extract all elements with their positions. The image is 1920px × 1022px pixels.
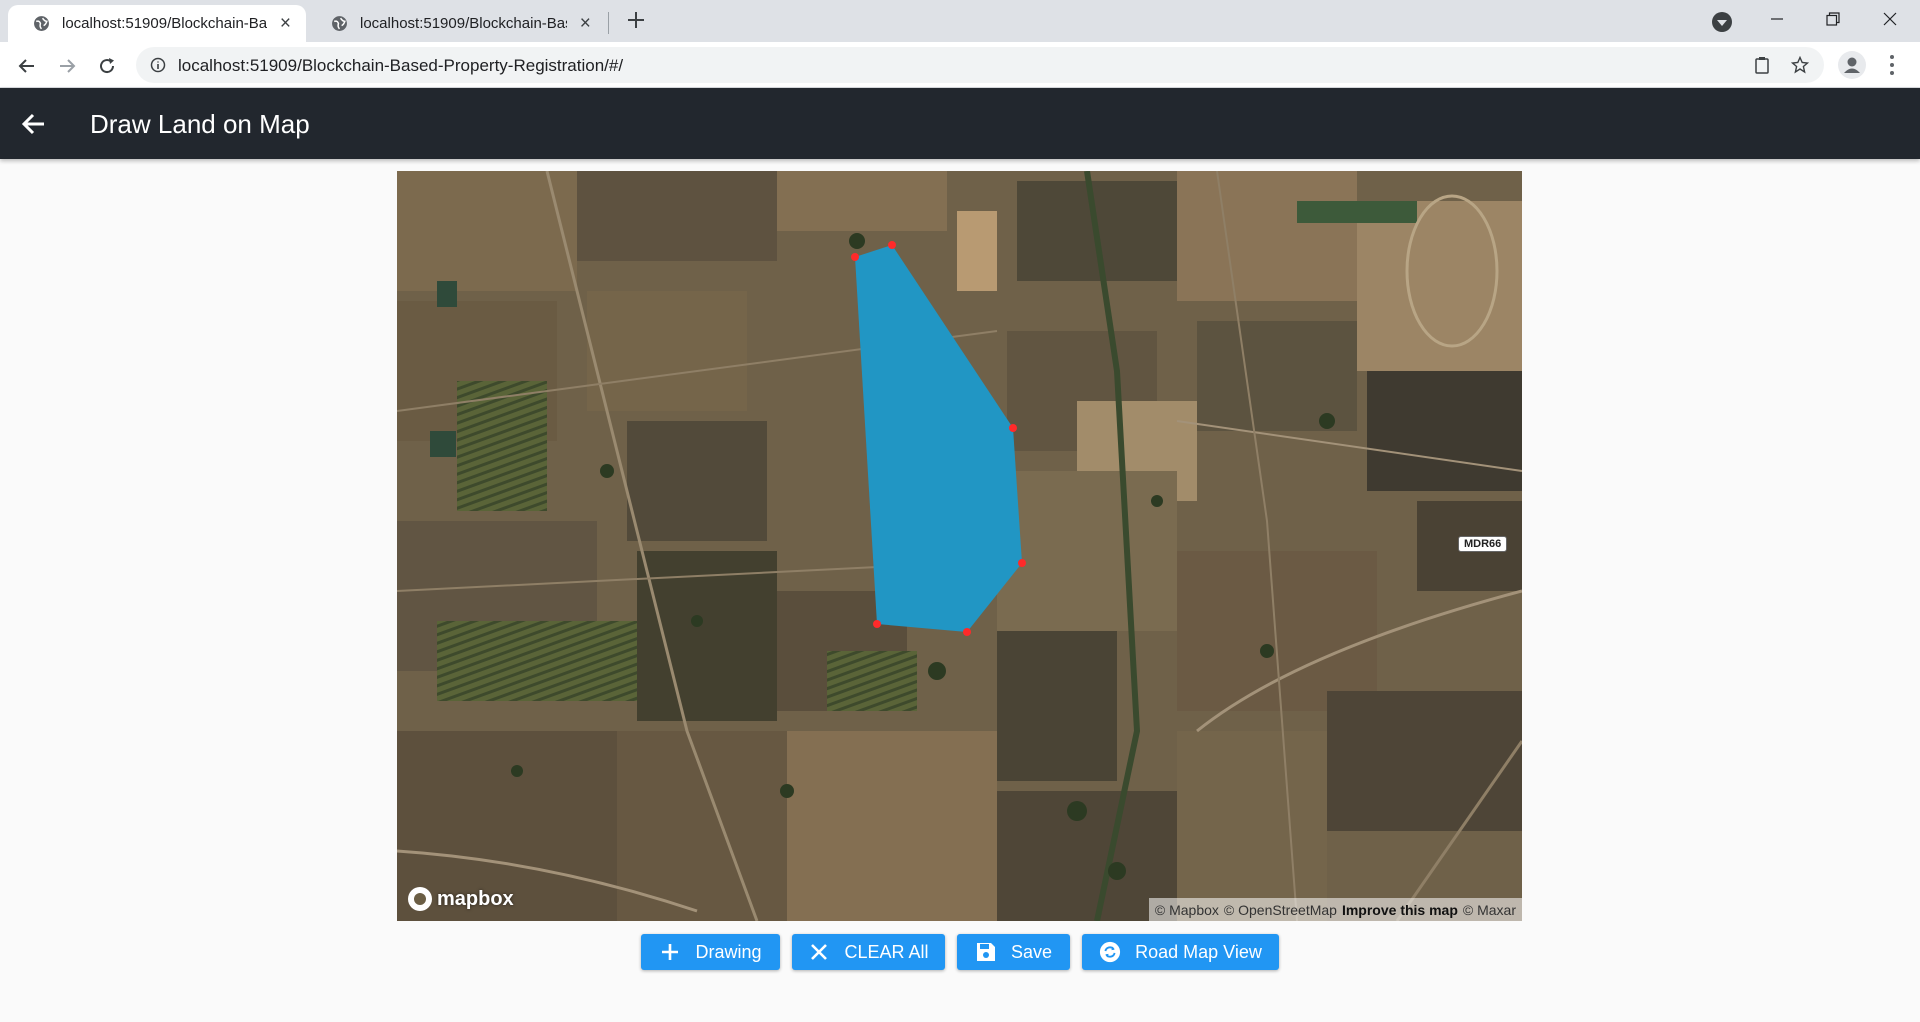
- profile-avatar-icon[interactable]: [1838, 51, 1866, 79]
- clear-all-button-label: CLEAR All: [844, 941, 929, 962]
- restore-icon[interactable]: [1813, 6, 1853, 32]
- mapbox-logo-icon: [408, 887, 432, 911]
- mapbox-logo-text: mapbox: [437, 887, 514, 910]
- plus-icon: [659, 941, 681, 963]
- minimize-icon[interactable]: [1757, 6, 1797, 32]
- road-shield-label: MDR66: [1458, 536, 1508, 552]
- sync-icon: [1099, 941, 1121, 963]
- globe-icon: [332, 16, 347, 31]
- menu-kebab-icon[interactable]: [1884, 53, 1900, 77]
- browser-tab-2[interactable]: localhost:51909/Blockchain-Based-Propert…: [306, 5, 606, 42]
- clipboard-icon[interactable]: [1753, 56, 1771, 74]
- road-map-view-button[interactable]: Road Map View: [1082, 934, 1279, 970]
- close-icon[interactable]: ×: [277, 13, 294, 34]
- browser-toolbar: localhost:51909/Blockchain-Based-Propert…: [0, 42, 1920, 88]
- drawing-button-label: Drawing: [695, 941, 762, 962]
- globe-icon: [34, 16, 49, 31]
- info-icon[interactable]: [150, 57, 166, 73]
- map-attribution: © Mapbox © OpenStreetMap Improve this ma…: [1148, 898, 1522, 921]
- floppy-disk-icon: [975, 941, 997, 963]
- address-bar[interactable]: localhost:51909/Blockchain-Based-Propert…: [136, 47, 1824, 83]
- road-map-view-button-label: Road Map View: [1135, 941, 1262, 962]
- back-arrow-icon[interactable]: [20, 110, 48, 138]
- forward-arrow-icon[interactable]: [54, 53, 80, 79]
- url-text[interactable]: localhost:51909/Blockchain-Based-Propert…: [178, 56, 623, 76]
- close-icon: [808, 941, 830, 963]
- satellite-map[interactable]: MDR66 mapbox © Mapbox © OpenStreetMap Im…: [397, 171, 1522, 921]
- improve-map-link[interactable]: Improve this map: [1342, 902, 1458, 918]
- attribution-mapbox-link[interactable]: © Mapbox: [1155, 902, 1219, 918]
- tab-title: localhost:51909/Blockchain-Based-Propert…: [62, 15, 267, 32]
- tab-divider: [608, 12, 609, 34]
- browser-tabstrip: localhost:51909/Blockchain-Based-Propert…: [0, 0, 1920, 42]
- bookmark-star-icon[interactable]: [1791, 56, 1809, 74]
- attribution-maxar-link[interactable]: © Maxar: [1463, 902, 1516, 918]
- satellite-imagery: [397, 171, 1522, 921]
- window-close-icon[interactable]: [1870, 6, 1910, 32]
- close-icon[interactable]: ×: [577, 13, 594, 34]
- new-tab-icon[interactable]: [625, 9, 647, 31]
- save-button[interactable]: Save: [957, 934, 1070, 970]
- tab-title: localhost:51909/Blockchain-Based-Propert…: [360, 15, 567, 32]
- attribution-osm-link[interactable]: © OpenStreetMap: [1224, 902, 1337, 918]
- tab-search-icon[interactable]: [1712, 12, 1732, 32]
- browser-tab-1[interactable]: localhost:51909/Blockchain-Based-Propert…: [8, 5, 306, 42]
- save-button-label: Save: [1010, 941, 1053, 962]
- drawing-button[interactable]: Drawing: [641, 934, 780, 970]
- app-bar: Draw Land on Map: [0, 88, 1920, 159]
- back-arrow-icon[interactable]: [14, 53, 40, 79]
- page-title: Draw Land on Map: [90, 109, 310, 139]
- clear-all-button[interactable]: CLEAR All: [792, 934, 945, 970]
- reload-icon[interactable]: [94, 53, 120, 79]
- mapbox-logo[interactable]: mapbox: [408, 887, 514, 911]
